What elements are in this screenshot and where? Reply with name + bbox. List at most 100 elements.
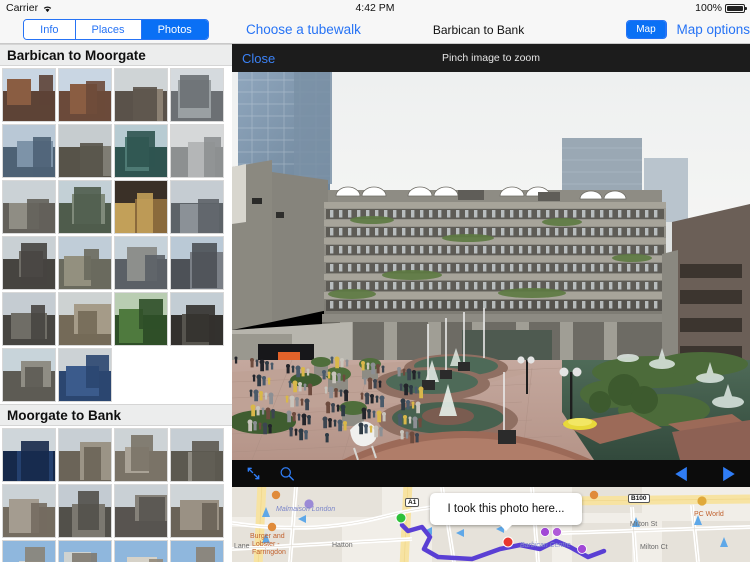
thumbnail-subject-2 (198, 199, 219, 233)
thumbnail-bank-station-street-entrance[interactable] (58, 428, 112, 482)
thumbnail-subject-2 (27, 199, 49, 231)
status-bar-left: Carrier (0, 2, 180, 14)
close-button[interactable]: Close (242, 51, 275, 66)
thumbnail-barbican-station-entrance[interactable] (114, 68, 168, 122)
photo-list-panel[interactable]: Barbican to Moorgate Moorgate to Bank (0, 44, 232, 562)
thumbnail-london-wall-ruins-garden[interactable] (114, 292, 168, 346)
thumbnail-corner-building-sky[interactable] (170, 540, 224, 562)
thumbnail-white-stone-offices[interactable] (2, 484, 56, 538)
thumbnail-concrete-grid-facade[interactable] (170, 124, 224, 178)
thumbnail-street-with-red-bus[interactable] (170, 484, 224, 538)
route-map[interactable]: Malmaison London Burger and Lobster - Farri… (232, 487, 750, 562)
next-triangle-icon[interactable] (721, 466, 736, 482)
thumbnail-plaza-crowds[interactable] (58, 236, 112, 290)
thumbnail-bank-station-roundel-sign[interactable] (2, 428, 56, 482)
thumbnail-subject-2 (31, 305, 45, 339)
thumbnail-barbican-towers-green[interactable] (58, 180, 112, 234)
section-header-barbican-to-moorgate: Barbican to Moorgate (0, 44, 232, 66)
thumbnail-subject-2 (33, 137, 51, 177)
map-type-satellite[interactable]: Satellite (665, 21, 667, 38)
thumbnail-subject-2 (78, 311, 97, 345)
thumbnail-subject-2 (21, 441, 49, 481)
magnifier-icon[interactable] (279, 466, 295, 482)
shrink-arrows-icon[interactable] (246, 466, 261, 481)
thumbnail-busy-road-traffic[interactable] (114, 236, 168, 290)
thumbnail-moorgate-station-entrance[interactable] (58, 348, 112, 402)
map-pin-waypoint-3 (577, 544, 587, 554)
thumbnail-old-stone-church[interactable] (58, 292, 112, 346)
thumbnail-grid-section-2[interactable] (0, 426, 232, 562)
thumbnail-barbican-tower-plaza[interactable] (2, 292, 56, 346)
thumbnail-barbican-concrete-block[interactable] (58, 124, 112, 178)
thumbnail-subject-2 (31, 503, 47, 535)
tab-places[interactable]: Places (75, 20, 142, 39)
thumbnail-church-tower-skyline[interactable] (170, 236, 224, 290)
status-bar: Carrier 4:42 PM 100% (0, 0, 750, 16)
thumbnail-grid-section-1[interactable] (0, 66, 232, 402)
thumbnail-narrow-brick-lane[interactable] (58, 484, 112, 538)
thumbnail-subject-2 (84, 447, 101, 481)
right-toolbar: Choose a tubewalk Barbican to Bank Map S… (232, 16, 750, 44)
thumbnail-stone-building-sky[interactable] (114, 540, 168, 562)
thumbnail-subject-2 (39, 75, 53, 105)
thumbnail-barbican-terrace-block[interactable] (2, 236, 56, 290)
thumbnail-subject-2 (86, 355, 109, 388)
road-shield-b100: B100 (628, 494, 650, 503)
thumbnail-subject-2 (25, 367, 43, 401)
thumbnail-subject-2 (80, 143, 103, 177)
thumbnail-church-spire-sky[interactable] (2, 540, 56, 562)
thumbnail-glass-office-tower[interactable] (2, 124, 56, 178)
thumbnail-subject-2 (84, 249, 99, 280)
thumbnail-barbican-podium-walk[interactable] (2, 348, 56, 402)
thumbnail-city-street-view[interactable] (170, 428, 224, 482)
thumbnail-subject-2 (204, 137, 221, 177)
thumbnail-subject-2 (25, 547, 45, 562)
thumbnail-narrow-alley-upward[interactable] (114, 484, 168, 538)
thumbnail-shopping-street[interactable] (170, 68, 224, 122)
photo-viewer-bottombar (232, 460, 750, 487)
photo-location-callout[interactable]: I took this photo here... (430, 493, 582, 531)
viewer-nav-tools (674, 466, 736, 482)
thumbnail-subject-2 (202, 503, 217, 537)
thumbnail-tower-block-upward[interactable] (170, 180, 224, 234)
thumbnail-subject (7, 79, 31, 105)
view-mode-segmented-control[interactable]: Info Places Photos (23, 19, 209, 40)
tab-photos[interactable]: Photos (141, 20, 208, 39)
thumbnail-subject-2 (139, 299, 163, 329)
route-title: Barbican to Bank (432, 22, 525, 37)
clock: 4:42 PM (355, 2, 395, 14)
map-pin-waypoint-2 (552, 527, 562, 537)
thumbnail-subject-2 (139, 497, 165, 537)
thumbnail-green-glass-building[interactable] (114, 124, 168, 178)
thumbnail-subject-2 (78, 491, 99, 530)
status-bar-right: 100% (570, 2, 750, 14)
thumbnail-brick-corner-building[interactable] (2, 68, 56, 122)
map-pin-waypoint-1 (540, 527, 550, 537)
pinch-hint-label: Pinch image to zoom (441, 52, 541, 64)
thumbnail-brick-corner-building-2[interactable] (58, 68, 112, 122)
thumbnail-subject-2 (74, 187, 101, 226)
left-toolbar: Info Places Photos (0, 16, 232, 44)
thumbnail-barbican-walkway[interactable] (2, 180, 56, 234)
thumbnail-royal-exchange-columns[interactable] (114, 428, 168, 482)
road-shield-a1: A1 (405, 498, 420, 507)
thumbnail-subject-2 (192, 441, 219, 481)
map-and-viewer-panel: Close Pinch image to zoom Malmaison Lond… (232, 44, 750, 562)
tab-info[interactable]: Info (24, 20, 76, 39)
thumbnail-subject-2 (127, 131, 155, 167)
choose-tubewalk-link[interactable]: Choose a tubewalk (246, 22, 361, 37)
thumbnail-underpass-tunnel[interactable] (114, 180, 168, 234)
section-header-moorgate-to-bank: Moorgate to Bank (0, 404, 232, 426)
map-pin-start (395, 512, 407, 524)
thumbnail-church-spire-sky-2[interactable] (58, 540, 112, 562)
previous-triangle-icon[interactable] (674, 466, 689, 482)
map-type-segmented-control[interactable]: Map Satellite (626, 20, 668, 39)
photo-viewer-image[interactable] (232, 72, 750, 460)
thumbnail-dark-tower-block[interactable] (170, 292, 224, 346)
map-type-map[interactable]: Map (627, 21, 666, 38)
carrier-label: Carrier (6, 2, 39, 14)
map-options-link[interactable]: Map options (676, 22, 750, 37)
thumbnail-subject-2 (21, 243, 47, 285)
thumbnail-subject-2 (186, 305, 215, 342)
thumbnail-subject-2 (133, 87, 157, 121)
